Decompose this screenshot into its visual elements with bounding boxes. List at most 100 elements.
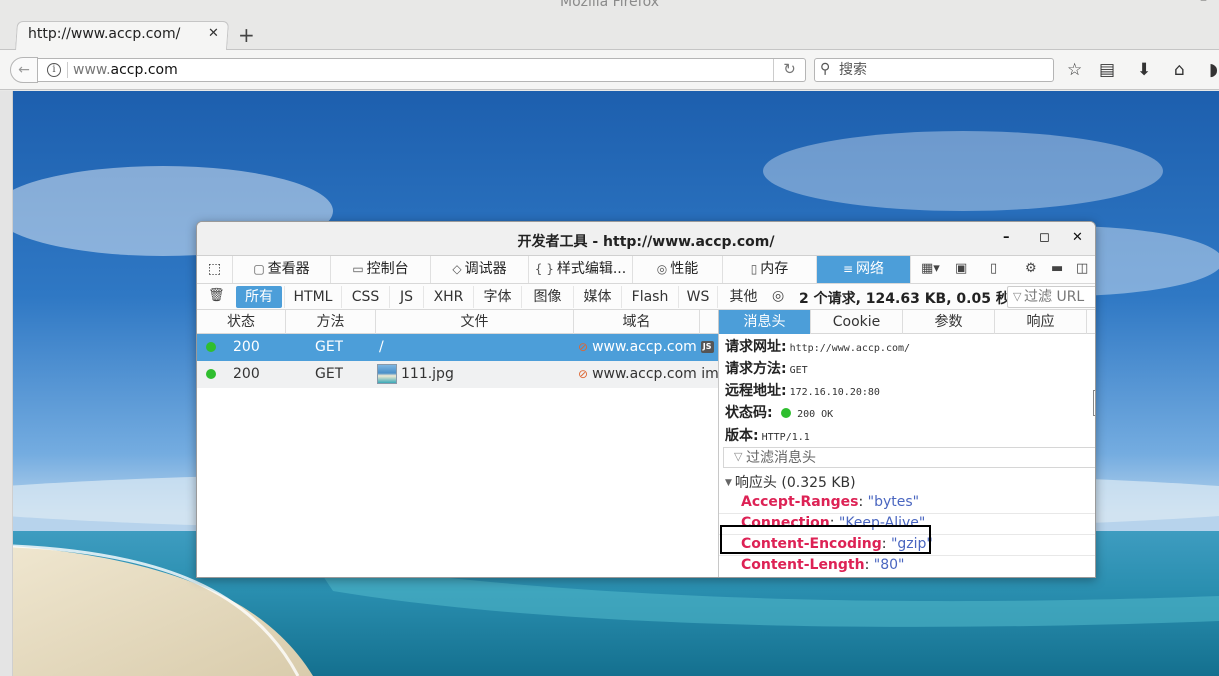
site-info-icon[interactable]: i: [47, 63, 61, 77]
splitter-handle[interactable]: [1093, 390, 1095, 416]
tab-strip: http://www.accp.com/ ✕ +: [0, 18, 1219, 51]
remote-address-value: 172.16.10.20:80: [789, 387, 880, 398]
filter-url-input[interactable]: [1024, 288, 1095, 306]
request-summary: 2 个请求, 124.63 KB, 0.05 秒: [799, 291, 1010, 307]
row-domain: www.accp.com: [592, 366, 697, 382]
performance-icon: ◎: [656, 262, 668, 276]
row-method: GET: [315, 339, 344, 355]
devtools-title: 开发者工具 - http://www.accp.com/: [517, 234, 775, 250]
request-list: 状态 方法 文件 域名 200 GET / ⊘ www.accp.com JS 20…: [197, 310, 718, 577]
dock-side-icon[interactable]: ◫: [1076, 261, 1088, 276]
search-input[interactable]: [839, 60, 1039, 80]
settings-gear-icon[interactable]: ⚙: [1025, 261, 1037, 276]
window-title: Mozilla Firefox: [559, 0, 660, 10]
annotation-highlight-box: [720, 525, 931, 554]
row-domain-cell: ⊘ www.accp.com JS: [578, 334, 718, 361]
status-ok-dot-icon: [206, 369, 216, 379]
dock-bottom-icon[interactable]: ▬: [1051, 261, 1063, 276]
insecure-lock-icon: ⊘: [578, 367, 589, 381]
back-button[interactable]: ←: [10, 57, 38, 83]
filter-all-button[interactable]: 所有: [236, 286, 282, 308]
filter-headers-input[interactable]: [746, 448, 1086, 467]
downloads-icon[interactable]: ⬇: [1137, 60, 1151, 80]
search-box[interactable]: ⚲: [814, 58, 1054, 82]
url-text[interactable]: www.accp.com: [73, 62, 178, 78]
row-divider: [719, 513, 1095, 514]
devtools-close-button[interactable]: ✕: [1072, 230, 1083, 245]
network-filter-bar: 🗑 所有 HTML CSS JS XHR 字体 图像 媒体 Flash WS 其…: [197, 284, 1095, 310]
header-value: "bytes": [867, 494, 920, 510]
http-version-value: HTTP/1.1: [761, 432, 810, 443]
response-headers-section[interactable]: ▼ 响应头 (0.325 KB): [725, 472, 856, 492]
split-console-icon[interactable]: ▣: [955, 261, 967, 276]
memory-icon: ▯: [750, 262, 758, 276]
tab-console[interactable]: ▭ 控制台: [331, 256, 431, 283]
bookmark-star-icon[interactable]: ☆: [1067, 60, 1082, 80]
tab-network[interactable]: ≡ 网络: [817, 256, 911, 283]
devtools-minimize-button[interactable]: –: [1003, 230, 1010, 245]
frame-picker-icon[interactable]: ▦▾: [921, 261, 940, 276]
filter-images-button[interactable]: 图像: [521, 286, 573, 308]
tab-response[interactable]: 响应: [995, 310, 1087, 334]
header-name: Accept-Ranges: [741, 494, 859, 510]
tab-memory-label: 内存: [760, 261, 789, 277]
tab-debugger-label: 调试器: [464, 261, 507, 277]
window-titlebar: Mozilla Firefox –: [0, 0, 1219, 18]
new-tab-button[interactable]: +: [238, 25, 255, 45]
insecure-lock-icon: ⊘: [578, 340, 589, 354]
filter-headers-box[interactable]: ▽: [723, 447, 1095, 468]
filter-other-button[interactable]: 其他: [717, 286, 769, 308]
tab-style-editor[interactable]: { } 样式编辑...: [529, 256, 633, 283]
row-method: GET: [315, 366, 344, 382]
header-row[interactable]: Accept-Ranges: "bytes": [741, 494, 919, 510]
tab-console-label: 控制台: [366, 261, 409, 277]
filter-ws-button[interactable]: WS: [678, 286, 717, 308]
library-icon[interactable]: ▤: [1099, 60, 1115, 80]
reload-icon[interactable]: ↻: [773, 59, 805, 81]
filter-xhr-button[interactable]: XHR: [423, 286, 473, 308]
tab-memory[interactable]: ▯ 内存: [723, 256, 817, 283]
filter-js-button[interactable]: JS: [389, 286, 423, 308]
js-type-badge: JS: [700, 341, 714, 353]
http-version-label: 版本:: [725, 428, 759, 444]
url-bar[interactable]: i www.accp.com ↻: [38, 58, 806, 82]
tab-cookies[interactable]: Cookie: [811, 310, 903, 334]
row-status: 200: [233, 366, 260, 382]
filter-url-box[interactable]: ▽: [1007, 286, 1095, 308]
filter-flash-button[interactable]: Flash: [621, 286, 678, 308]
tab-close-icon[interactable]: ✕: [208, 26, 219, 41]
tab-inspector[interactable]: ▢ 查看器: [233, 256, 331, 283]
tab-params[interactable]: 参数: [903, 310, 995, 334]
response-headers-title: 响应头 (0.325 KB): [734, 475, 856, 491]
status-code-value: 200 OK: [797, 409, 834, 420]
tab-headers[interactable]: 消息头: [719, 310, 811, 334]
tab-performance[interactable]: ◎ 性能: [633, 256, 723, 283]
devtools-maximize-button[interactable]: ◻: [1039, 230, 1050, 245]
home-icon[interactable]: ⌂: [1174, 60, 1185, 80]
tab-debugger[interactable]: ◇ 调试器: [431, 256, 529, 283]
filter-css-button[interactable]: CSS: [341, 286, 389, 308]
performance-analysis-icon[interactable]: ◎: [772, 288, 784, 304]
table-row[interactable]: 200 GET 111.jpg ⊘ www.accp.com im: [197, 361, 718, 388]
header-row[interactable]: Content-Length: "80": [741, 557, 904, 573]
request-url-value: http://www.accp.com/: [789, 343, 911, 354]
column-domain[interactable]: 域名: [574, 310, 700, 334]
responsive-mode-icon[interactable]: ▯: [990, 261, 997, 276]
pocket-icon[interactable]: ◗: [1209, 60, 1218, 80]
element-picker-icon[interactable]: ⬚: [197, 256, 233, 283]
column-file[interactable]: 文件: [376, 310, 574, 334]
row-domain: www.accp.com: [592, 339, 697, 355]
filter-html-button[interactable]: HTML: [284, 286, 341, 308]
filter-media-button[interactable]: 媒体: [573, 286, 621, 308]
column-status[interactable]: 状态: [197, 310, 286, 334]
window-minimize-button[interactable]: –: [1200, 0, 1207, 8]
image-thumbnail-icon: [377, 364, 397, 384]
url-separator: [67, 62, 68, 78]
debugger-icon: ◇: [452, 262, 462, 276]
column-method[interactable]: 方法: [286, 310, 376, 334]
devtools-titlebar: 开发者工具 - http://www.accp.com/ – ◻ ✕: [197, 222, 1095, 256]
table-row[interactable]: 200 GET / ⊘ www.accp.com JS: [197, 334, 718, 361]
clear-trash-icon[interactable]: 🗑: [208, 288, 225, 303]
tab-inspector-label: 查看器: [267, 261, 310, 277]
filter-fonts-button[interactable]: 字体: [473, 286, 521, 308]
